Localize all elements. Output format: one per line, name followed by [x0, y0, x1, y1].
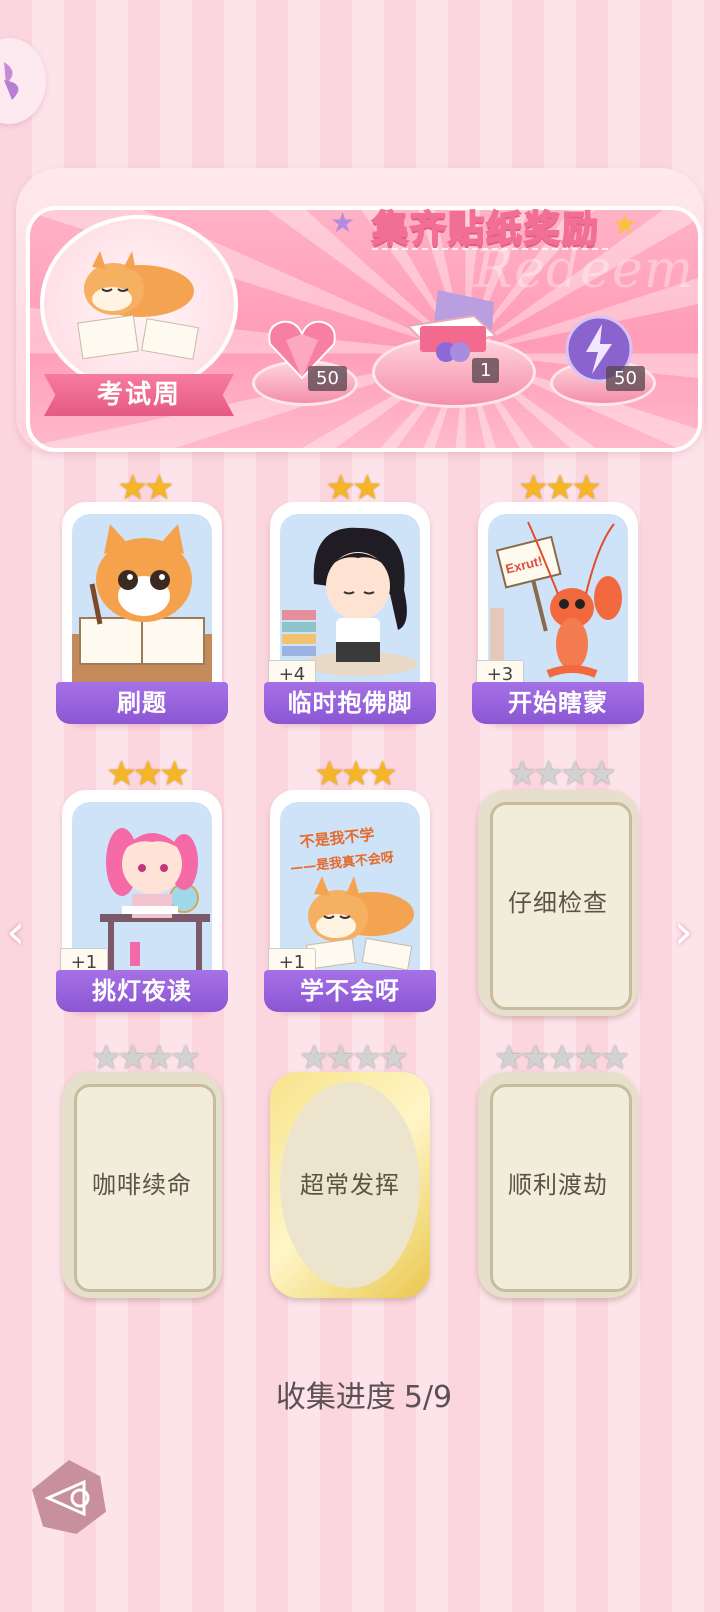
art-caption-2: ——是我真不会呀	[289, 849, 394, 876]
album-name: 考试周	[96, 380, 181, 410]
banner-title: 集齐贴纸奖励	[371, 208, 601, 251]
sticker-card[interactable]: 刷题	[56, 502, 228, 724]
star-rating: ★★★★	[507, 754, 617, 794]
locked-card-label: 咖啡续命	[92, 1171, 192, 1199]
card-label: 刷题	[56, 682, 228, 724]
locked-card-label: 仔细检查	[508, 889, 608, 917]
prev-page-arrow-icon[interactable]: ‹	[6, 904, 25, 960]
card-art	[72, 514, 212, 686]
sticker-card[interactable]: Exrut! +3 开始瞎蒙	[472, 502, 644, 724]
sticker-card[interactable]: 不是我不学 ——是我真不会呀 +1 学不会呀	[264, 790, 436, 1012]
locked-sticker-card[interactable]: 超常发挥	[270, 1072, 430, 1298]
card-label: 学不会呀	[264, 970, 436, 1012]
card-label: 临时抱佛脚	[264, 682, 436, 724]
star-rating: ★★	[117, 468, 175, 508]
locked-sticker-card[interactable]: 顺利渡劫	[478, 1072, 638, 1298]
progress-label: 收集进度	[275, 1380, 396, 1415]
shiba-sleeping-icon	[77, 251, 199, 360]
collection-progress: 收集进度 5/9	[0, 1372, 720, 1416]
art-caption-1: 不是我不学	[299, 825, 375, 851]
purple-star-icon: ★	[330, 206, 356, 239]
reward-count: 50	[606, 366, 645, 391]
next-page-arrow-icon[interactable]: ›	[674, 904, 693, 960]
reward-count: 1	[472, 358, 500, 383]
reward-count: 50	[308, 366, 347, 391]
star-rating: ★★★	[314, 754, 397, 794]
sticker-card[interactable]: +1 挑灯夜读	[56, 790, 228, 1012]
star-rating: ★★★	[518, 468, 601, 508]
locked-sticker-card[interactable]: 咖啡续命	[62, 1072, 222, 1298]
cat-studying-icon	[72, 524, 212, 686]
star-rating: ★★	[325, 468, 383, 508]
back-arrow-icon	[44, 1479, 90, 1517]
locked-sticker-card[interactable]: 仔细检查	[478, 790, 638, 1016]
album-cover	[40, 215, 238, 393]
star-rating: ★★★★	[91, 1038, 201, 1078]
card-label: 挑灯夜读	[56, 970, 228, 1012]
locked-card-label: 顺利渡劫	[508, 1171, 608, 1199]
sticker-card[interactable]: +4 临时抱佛脚	[264, 502, 436, 724]
progress-value: 5/9	[403, 1380, 453, 1415]
star-rating: ★★★★★	[493, 1038, 630, 1078]
menu-corner-button[interactable]	[0, 38, 46, 124]
star-rating: ★★★★	[299, 1038, 409, 1078]
star-rating: ★★★	[106, 754, 189, 794]
pinwheel-icon	[4, 62, 19, 100]
title-divider	[372, 248, 608, 250]
gold-star-icon: ★	[612, 208, 638, 241]
card-label: 开始瞎蒙	[472, 682, 644, 724]
locked-card-label: 超常发挥	[300, 1171, 400, 1199]
